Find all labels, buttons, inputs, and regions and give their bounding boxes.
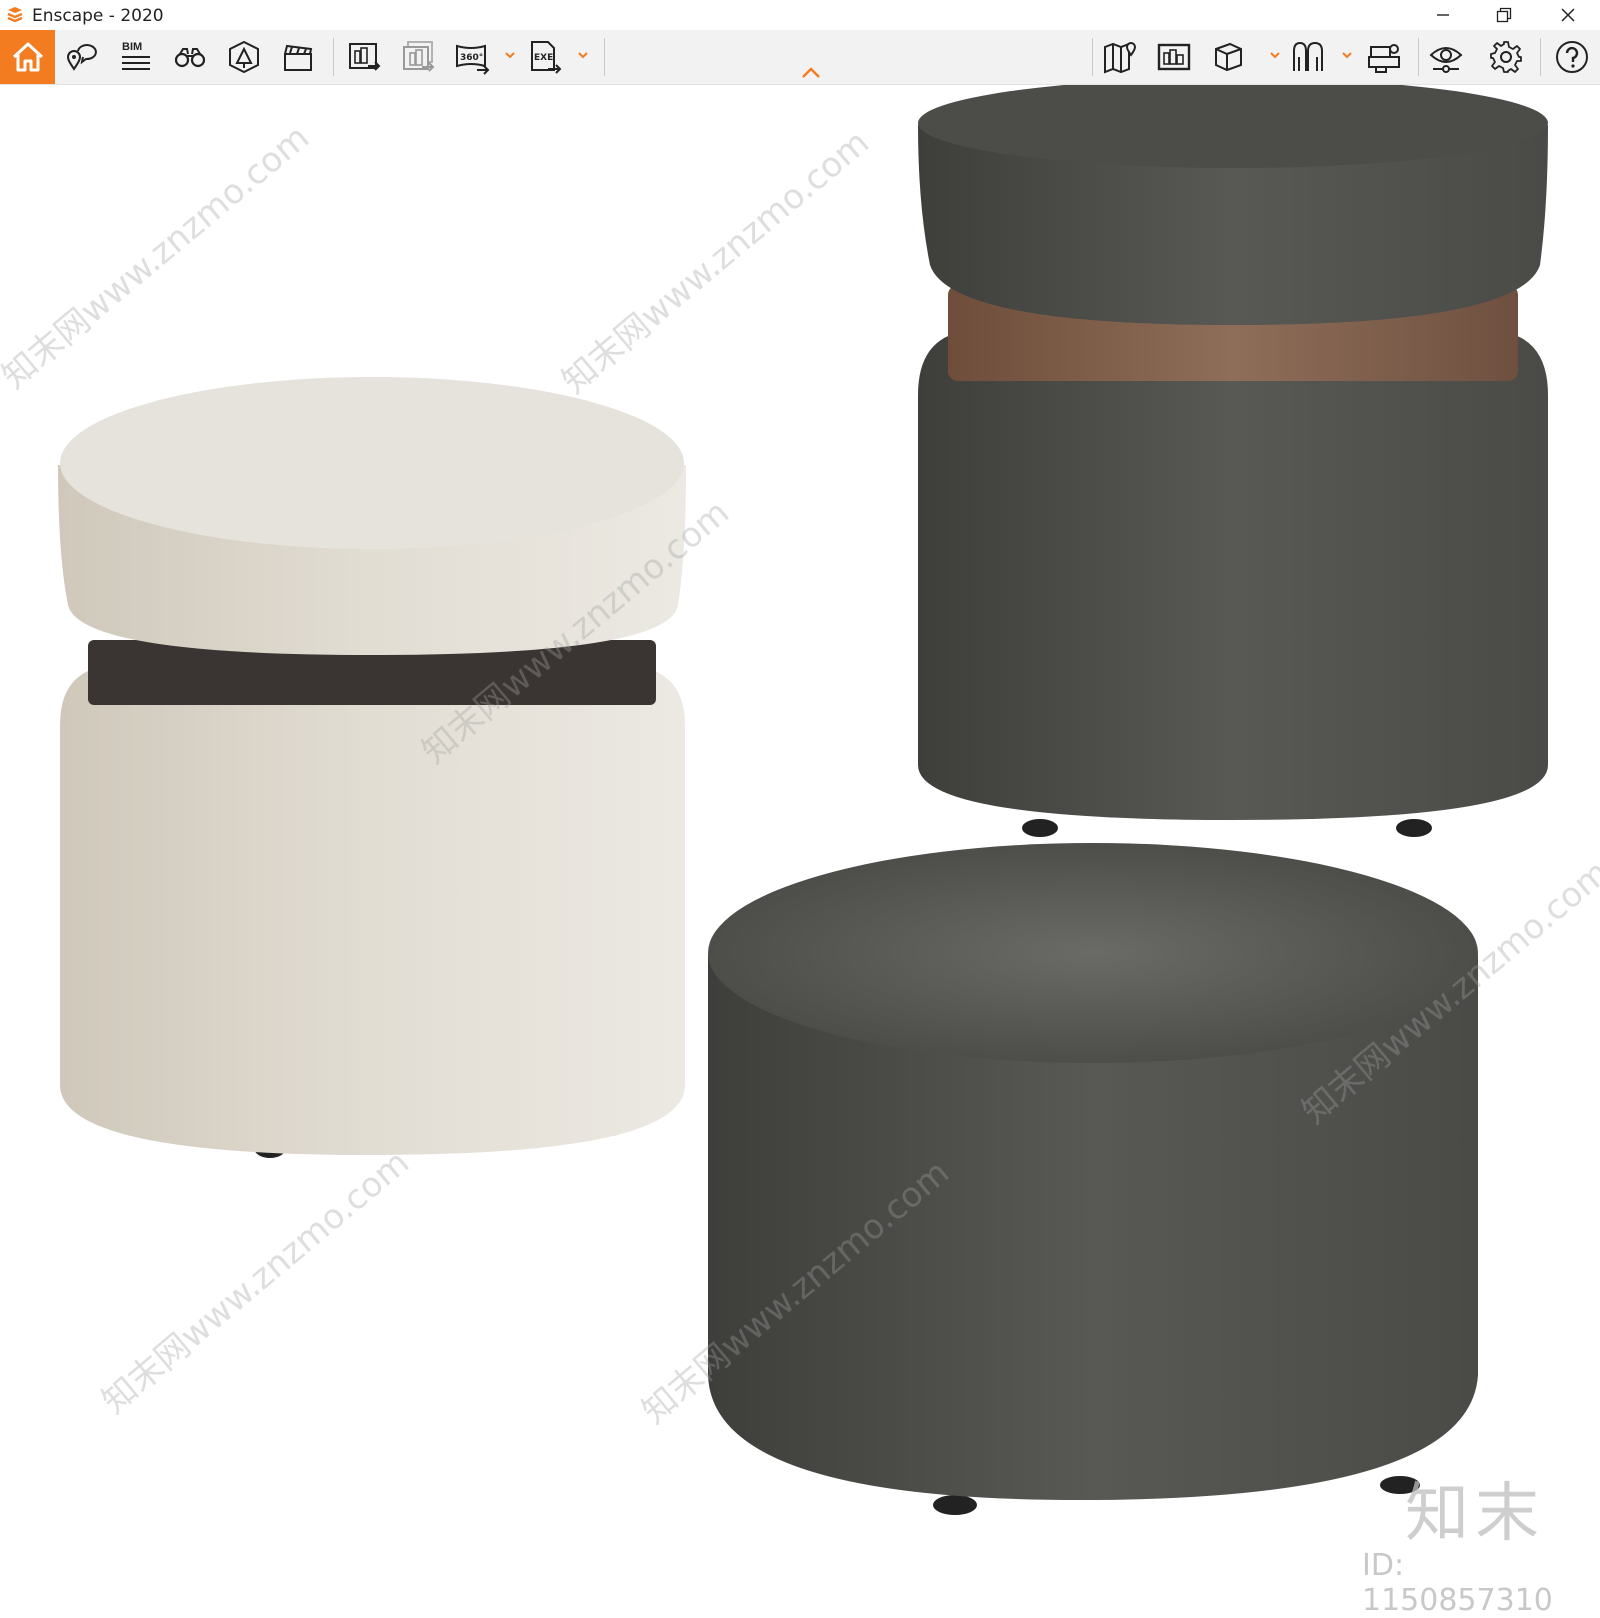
chevron-down-icon[interactable] [1268, 48, 1282, 62]
restore-icon [1496, 7, 1512, 23]
export-exe-icon: EXE [531, 41, 562, 74]
chevron-down-icon[interactable] [1340, 48, 1354, 62]
enscape-logo-icon [7, 7, 23, 23]
scene-render [58, 78, 1548, 1515]
chevron-up-icon[interactable] [800, 66, 822, 80]
toolbar-separator [333, 38, 334, 76]
beige-ottoman[interactable] [58, 377, 686, 1158]
toolbar-separator [1418, 38, 1419, 76]
dark-round-pouf[interactable] [708, 843, 1478, 1515]
batch-render-button[interactable] [398, 37, 438, 77]
render-viewport[interactable]: 知末网www.znzmo.com 知末网www.znzmo.com 知末网www… [0, 78, 1600, 1618]
bim-icon: BIM [122, 41, 150, 70]
id-watermark: ID: 1150857310 [1362, 1548, 1553, 1618]
gallery-button[interactable] [1154, 37, 1194, 77]
video-editor-button[interactable] [278, 37, 318, 77]
help-button[interactable] [1552, 37, 1592, 77]
toolbar-separator [604, 38, 605, 76]
close-icon [1561, 8, 1575, 22]
ottoman-base [60, 665, 685, 1155]
pouf-top [708, 843, 1478, 1063]
map-icon [1104, 42, 1137, 74]
svg-text:360°: 360° [460, 53, 483, 63]
dark-ottoman-with-wood-band[interactable] [918, 78, 1548, 837]
binoculars-icon [174, 48, 206, 68]
views-button[interactable] [62, 37, 102, 77]
asset-library-icon [229, 40, 259, 74]
close-button[interactable] [1536, 0, 1600, 30]
collaboration-button[interactable] [1364, 37, 1404, 77]
vr-headset-icon [1293, 41, 1323, 71]
logo-watermark: 知末 [1405, 1477, 1545, 1551]
home-icon [12, 42, 43, 72]
eye-visual-settings-icon [1429, 47, 1463, 73]
screenshot-icon [349, 43, 381, 71]
screenshot-button[interactable] [344, 37, 384, 77]
help-icon [1556, 41, 1588, 73]
visual-settings-button[interactable] [1426, 37, 1466, 77]
enscape-toolbar: BIM 360° EXE [0, 30, 1600, 85]
map-button[interactable] [1100, 37, 1140, 77]
asset-library-button[interactable] [224, 37, 264, 77]
binoculars-button[interactable] [170, 37, 210, 77]
home-button[interactable] [0, 30, 55, 84]
export-exe-button[interactable]: EXE [524, 37, 564, 77]
chevron-down-icon[interactable] [503, 48, 517, 62]
vr-headset-button[interactable] [1288, 37, 1328, 77]
title-bar: Enscape - 2020 [0, 0, 1600, 30]
views-icon [66, 44, 97, 71]
ottoman-leg [1022, 819, 1058, 837]
cube-icon [1215, 42, 1242, 72]
toolbar-separator [1092, 38, 1093, 76]
toolbar-separator [1540, 38, 1541, 76]
cube-button[interactable] [1208, 37, 1248, 77]
gallery-icon [1157, 43, 1191, 71]
svg-text:BIM: BIM [122, 41, 142, 53]
ottoman-cushion-top [60, 377, 684, 549]
ottoman-base [918, 330, 1548, 820]
restore-button[interactable] [1474, 0, 1534, 30]
gear-icon [1490, 41, 1522, 73]
pouf-leg [933, 1495, 977, 1515]
video-editor-icon [284, 44, 313, 71]
panorama-360-icon: 360° [456, 44, 490, 75]
panorama-360-button[interactable]: 360° [452, 37, 492, 77]
window-title: Enscape - 2020 [32, 6, 164, 26]
chevron-down-icon[interactable] [576, 48, 590, 62]
batch-render-icon [403, 41, 435, 72]
collaboration-icon [1368, 44, 1400, 73]
settings-button[interactable] [1486, 37, 1526, 77]
minimize-button[interactable] [1413, 0, 1473, 30]
ottoman-leg [1396, 819, 1432, 837]
bim-button[interactable]: BIM [116, 37, 156, 77]
svg-text:EXE: EXE [534, 53, 553, 63]
minimize-icon [1437, 14, 1449, 16]
